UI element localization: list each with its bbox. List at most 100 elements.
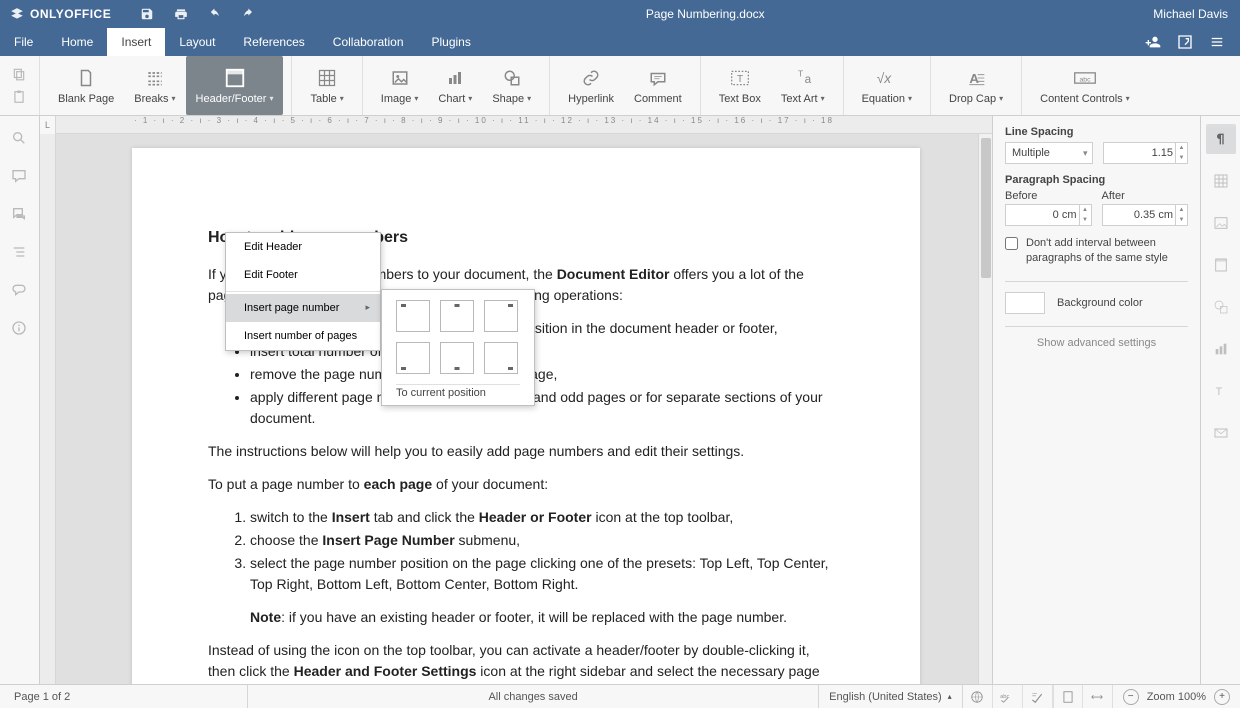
image-tab-icon[interactable] [1206, 208, 1236, 238]
save-icon[interactable] [139, 6, 155, 22]
svg-text:a: a [804, 73, 811, 86]
no-interval-checkbox[interactable]: Don't add interval between paragraphs of… [1005, 236, 1188, 267]
ribbon-clipboard [0, 56, 40, 115]
text-art-icon: Ta [791, 67, 815, 89]
open-location-icon[interactable] [1176, 33, 1194, 51]
page-indicator[interactable]: Page 1 of 2 [0, 685, 248, 708]
after-spacing-input[interactable]: 0.35 cm▲▼ [1102, 204, 1189, 226]
no-interval-checkbox-label: Don't add interval between paragraphs of… [1026, 236, 1188, 267]
lang-selector[interactable]: English (United States)▴ [818, 685, 963, 708]
document-page[interactable]: How to add page numbers If you need to a… [132, 148, 920, 684]
content-controls-icon: abc [1073, 67, 1097, 89]
breaks-button[interactable]: Breaks▾ [124, 56, 185, 115]
paste-icon[interactable] [11, 90, 29, 104]
about-panel-icon[interactable] [11, 320, 29, 338]
menu-collaboration[interactable]: Collaboration [319, 28, 418, 56]
spell-check-icon[interactable]: abc [993, 685, 1023, 708]
content-controls-button[interactable]: abc Content Controls▾ [1030, 56, 1140, 115]
list-item: switch to the Insert tab and click the H… [250, 507, 830, 528]
pos-top-left[interactable] [396, 300, 430, 332]
zoom-in-button[interactable]: + [1214, 689, 1230, 705]
background-color-swatch[interactable] [1005, 292, 1045, 314]
undo-icon[interactable] [207, 6, 223, 22]
edit-footer-item[interactable]: Edit Footer [226, 261, 380, 289]
table-icon [315, 67, 339, 89]
chart-button[interactable]: Chart▾ [428, 56, 482, 115]
text-art-tab-icon[interactable]: T [1206, 376, 1236, 406]
pos-top-center[interactable] [440, 300, 474, 332]
pos-bottom-center[interactable] [440, 342, 474, 374]
chart-tab-icon[interactable] [1206, 334, 1236, 364]
fit-page-icon[interactable] [1053, 685, 1083, 708]
navigation-panel-icon[interactable] [11, 244, 29, 262]
fit-width-icon[interactable] [1083, 685, 1113, 708]
onlyoffice-logo-icon [10, 7, 24, 21]
menu-plugins[interactable]: Plugins [418, 28, 485, 56]
track-changes-icon[interactable] [1023, 685, 1053, 708]
doc-para3: To put a page number to each page of you… [208, 474, 830, 495]
hyperlink-button[interactable]: Hyperlink [558, 56, 624, 115]
print-icon[interactable] [173, 6, 189, 22]
header-footer-dropdown: Edit Header Edit Footer Insert page numb… [225, 232, 381, 351]
text-art-button[interactable]: Ta Text Art▾ [771, 56, 835, 115]
pos-top-right[interactable] [484, 300, 518, 332]
svg-text:√x: √x [877, 71, 893, 86]
menu-file[interactable]: File [0, 28, 47, 56]
insert-number-of-pages-item[interactable]: Insert number of pages [226, 322, 380, 350]
text-box-button[interactable]: T Text Box [709, 56, 771, 115]
equation-button[interactable]: √x Equation▾ [852, 56, 922, 115]
line-spacing-value-input[interactable]: 1.15▲▼ [1103, 142, 1189, 164]
shape-icon [500, 67, 524, 89]
title-bar: ONLYOFFICE Page Numbering.docx Michael D… [0, 0, 1240, 28]
comment-button[interactable]: Comment [624, 56, 692, 115]
pos-bottom-left[interactable] [396, 342, 430, 374]
zoom-out-button[interactable]: − [1123, 689, 1139, 705]
menu-references[interactable]: References [229, 28, 318, 56]
pos-bottom-right[interactable] [484, 342, 518, 374]
paragraph-tab-icon[interactable] [1206, 124, 1236, 154]
zoom-value[interactable]: Zoom 100% [1147, 691, 1206, 703]
list-item: choose the Insert Page Number submenu, [250, 530, 830, 551]
redo-icon[interactable] [241, 6, 257, 22]
line-spacing-type-select[interactable]: Multiple [1005, 142, 1093, 164]
drop-cap-button[interactable]: A Drop Cap▾ [939, 56, 1013, 115]
comments-panel-icon[interactable] [11, 168, 29, 186]
no-interval-checkbox-input[interactable] [1005, 237, 1018, 250]
set-doc-lang-icon[interactable] [963, 685, 993, 708]
copy-icon[interactable] [11, 67, 29, 81]
image-button[interactable]: Image▾ [371, 56, 429, 115]
page-canvas[interactable]: How to add page numbers If you need to a… [56, 134, 978, 684]
blank-page-button[interactable]: Blank Page [48, 56, 124, 115]
menu-home[interactable]: Home [47, 28, 107, 56]
equation-icon: √x [875, 67, 899, 89]
header-footer-tab-icon[interactable] [1206, 250, 1236, 280]
user-name[interactable]: Michael Davis [1153, 7, 1228, 21]
svg-text:A: A [969, 71, 979, 86]
header-footer-button[interactable]: Header/Footer▾ [186, 56, 284, 115]
image-icon [388, 67, 412, 89]
document-title: Page Numbering.docx [257, 7, 1153, 21]
table-button[interactable]: Table▾ [300, 56, 353, 115]
paragraph-spacing-label: Paragraph Spacing [1005, 174, 1188, 186]
scrollbar-thumb[interactable] [981, 138, 991, 278]
insert-page-number-item[interactable]: Insert page number▸ [226, 294, 380, 322]
before-spacing-input[interactable]: 0 cm▲▼ [1005, 204, 1092, 226]
app-logo[interactable]: ONLYOFFICE [10, 7, 111, 21]
to-current-position-item[interactable]: To current position [396, 387, 520, 399]
menu-layout[interactable]: Layout [165, 28, 229, 56]
advanced-settings-link[interactable]: Show advanced settings [1005, 337, 1188, 349]
chat-panel-icon[interactable] [11, 206, 29, 224]
horizontal-ruler[interactable]: L · 1 · ı · 2 · ı · 3 · ı · 4 · ı · 5 · … [40, 116, 992, 134]
edit-header-item[interactable]: Edit Header [226, 233, 380, 261]
vertical-scrollbar[interactable] [978, 134, 992, 684]
vertical-ruler[interactable] [40, 134, 56, 684]
mail-merge-tab-icon[interactable] [1206, 418, 1236, 448]
feedback-panel-icon[interactable] [11, 282, 29, 300]
table-tab-icon[interactable] [1206, 166, 1236, 196]
menu-insert[interactable]: Insert [107, 28, 165, 56]
view-settings-icon[interactable] [1208, 33, 1226, 51]
add-user-icon[interactable] [1144, 33, 1162, 51]
shape-button[interactable]: Shape▾ [482, 56, 541, 115]
search-icon[interactable] [11, 130, 29, 148]
shape-tab-icon[interactable] [1206, 292, 1236, 322]
